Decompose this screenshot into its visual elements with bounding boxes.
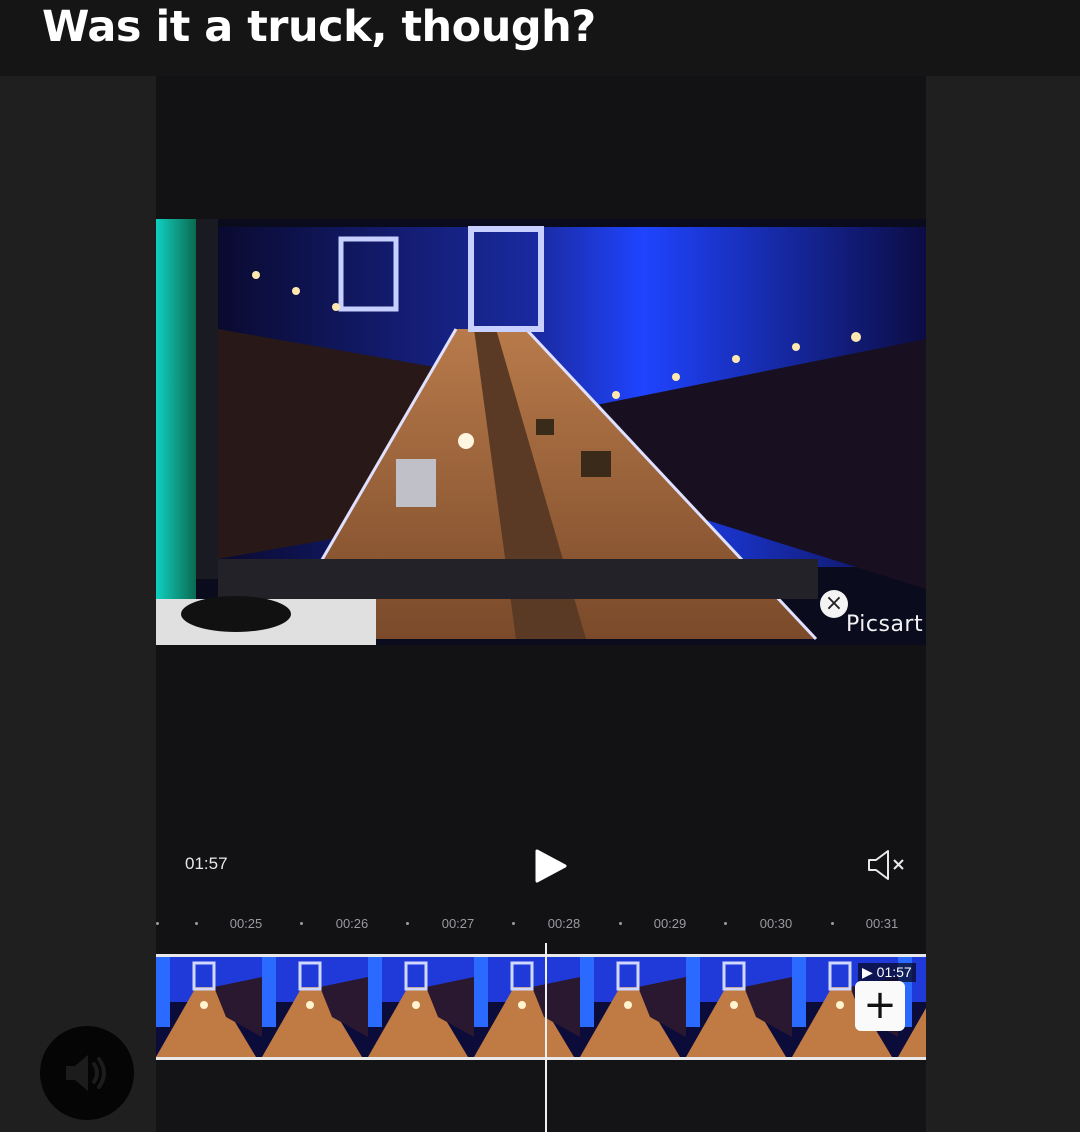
ruler-label: 00:26 xyxy=(335,916,369,931)
add-clip-button[interactable]: + xyxy=(855,981,905,1031)
clip-thumbnail xyxy=(686,957,792,1057)
watermark-close-button[interactable]: × xyxy=(820,590,848,618)
picsart-watermark: Picsart xyxy=(846,612,924,637)
ruler-tick xyxy=(406,922,409,925)
ruler-tick xyxy=(724,922,727,925)
clip-thumbnail xyxy=(580,957,686,1057)
ruler-label: 00:27 xyxy=(441,916,475,931)
clip-duration-badge: ▶ 01:57 xyxy=(858,963,916,982)
ruler-tick xyxy=(156,922,159,925)
ruler-tick xyxy=(300,922,303,925)
play-button[interactable] xyxy=(532,848,568,884)
clip-thumbnail xyxy=(474,957,580,1057)
timeline-ruler[interactable]: 00:25 00:26 00:27 00:28 00:29 00:30 00:3… xyxy=(156,900,926,944)
post-header: Was it a truck, though? xyxy=(0,0,1080,76)
video-clip-track[interactable] xyxy=(156,954,926,1060)
video-frame-image xyxy=(156,219,926,645)
ruler-label: 00:31 xyxy=(865,916,899,931)
speaker-muted-icon xyxy=(868,850,904,880)
ruler-tick xyxy=(619,922,622,925)
clip-thumbnail xyxy=(368,957,474,1057)
clip-thumbnail xyxy=(156,957,262,1057)
audio-toggle-button[interactable] xyxy=(40,1026,134,1120)
video-preview[interactable] xyxy=(156,219,926,645)
ruler-label: 00:28 xyxy=(547,916,581,931)
ruler-label: 00:30 xyxy=(759,916,793,931)
mute-button[interactable] xyxy=(866,848,908,882)
ruler-label: 00:25 xyxy=(229,916,263,931)
playhead[interactable] xyxy=(545,943,547,1132)
ruler-tick xyxy=(195,922,198,925)
ruler-tick xyxy=(831,922,834,925)
play-icon xyxy=(535,849,567,883)
ruler-tick xyxy=(512,922,515,925)
current-time: 01:57 xyxy=(185,854,228,873)
ruler-label: 00:29 xyxy=(653,916,687,931)
timeline-empty-area xyxy=(156,1060,926,1132)
side-panel-left xyxy=(0,76,156,1132)
post-title: Was it a truck, though? xyxy=(42,2,596,52)
side-panel-right xyxy=(926,76,1080,1132)
clip-thumbnail xyxy=(262,957,368,1057)
speaker-icon xyxy=(66,1055,106,1091)
